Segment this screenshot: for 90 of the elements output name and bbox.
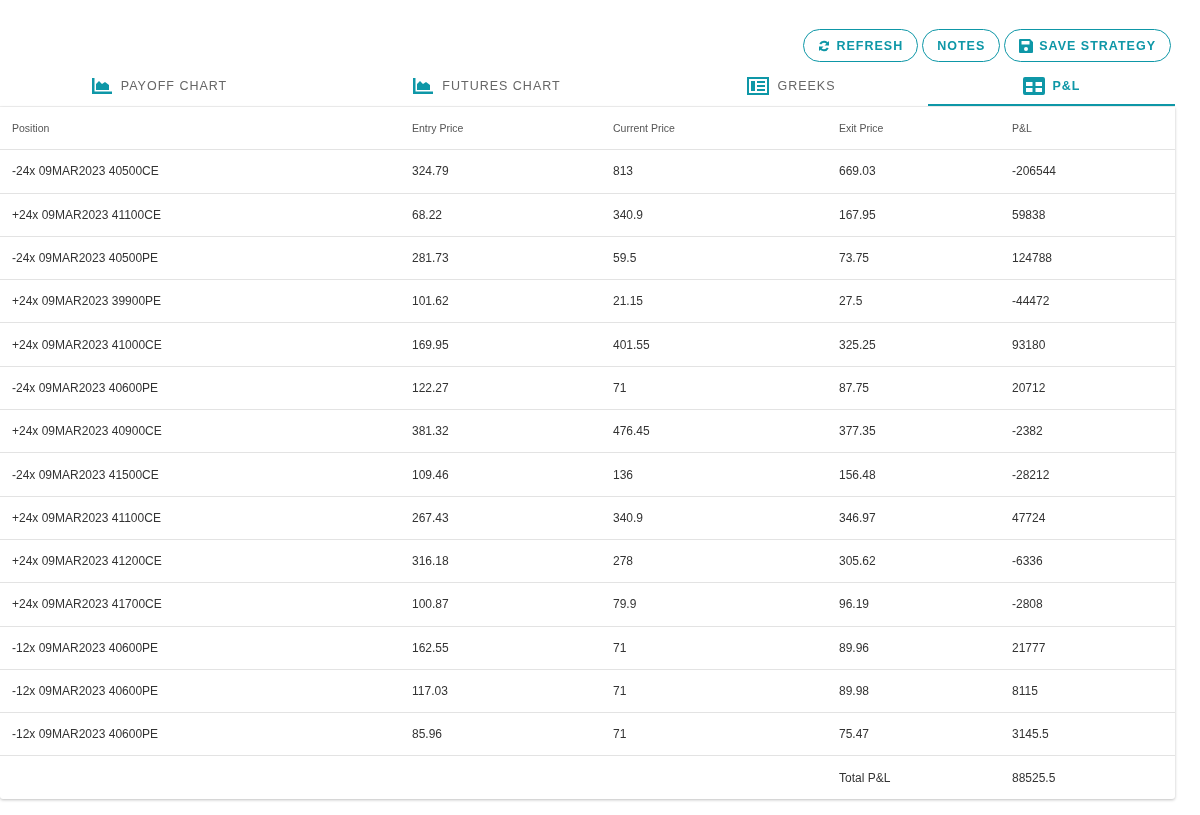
table-cell-text: 71 [612, 380, 628, 395]
tab[interactable]: FUTURES CHART [318, 68, 655, 106]
table-cell-text: 669.03 [838, 164, 877, 179]
table-cell-text: 109.46 [411, 467, 450, 482]
column-header: Entry Price [411, 122, 465, 135]
notes-button[interactable]: NOTES [922, 29, 1001, 62]
table-cell-text: 27.5 [838, 294, 864, 309]
table-cell-text: 324.79 [411, 164, 450, 179]
table-cell-text: 162.55 [411, 640, 450, 655]
save-icon [1019, 38, 1034, 53]
table-cell-text: 68.22 [411, 207, 444, 222]
table-cell-text: 377.35 [838, 424, 877, 439]
table-cell-text: +24x 09MAR2023 41100CE [11, 510, 162, 525]
table-cell-text: -28212 [1011, 467, 1051, 482]
list-icon [747, 77, 770, 95]
table-cell-text: 305.62 [838, 554, 877, 569]
table-cell-text: 96.19 [838, 597, 871, 612]
table-cell-text: -12x 09MAR2023 40600PE [11, 640, 160, 655]
table-cell-text: 85.96 [411, 727, 444, 742]
table-cell-text: 124788 [1011, 251, 1054, 266]
table-cell-text: 156.48 [838, 467, 877, 482]
table-cell-text: 101.62 [411, 294, 450, 309]
table-cell-text: 21.15 [612, 294, 645, 309]
table-cell-text: 8115 [1011, 684, 1039, 698]
table-cell-text: 401.55 [612, 337, 651, 352]
table-cell-text: 281.73 [411, 251, 450, 266]
table-cell-text: +24x 09MAR2023 41100CE [11, 207, 162, 222]
table-cell-text: 21777 [1011, 640, 1047, 655]
table-cell-text: 59.5 [612, 251, 638, 266]
table-cell-text: 71 [612, 727, 628, 742]
table-cell-text: +24x 09MAR2023 39900PE [11, 294, 163, 309]
area-chart-icon [412, 77, 435, 95]
table-cell-text: 59838 [1011, 207, 1047, 222]
table-cell-text: +24x 09MAR2023 41000CE [11, 337, 163, 352]
column-header: Current Price [612, 122, 676, 135]
table-cell-text: 47724 [1011, 510, 1047, 525]
table-cell-text: 278 [612, 554, 635, 569]
table-cell-text: +24x 09MAR2023 40900CE [11, 424, 163, 439]
table-cell-text: 87.75 [838, 380, 871, 395]
table-cell-text: 122.27 [411, 380, 450, 395]
table-cell-text: 73.75 [838, 251, 871, 266]
table-cell-text: -12x 09MAR2023 40600PE [11, 727, 160, 742]
table-cell-text: -2382 [1011, 424, 1044, 439]
table-cell-text: 136 [612, 467, 635, 482]
column-header: P&L [1011, 122, 1033, 135]
table-cell-text: -24x 09MAR2023 40600PE [11, 380, 160, 395]
table-cell-text: 71 [612, 684, 628, 698]
table-cell-text: 167.95 [838, 207, 877, 222]
table-cell-text: -2808 [1011, 597, 1044, 612]
table-cell-text: -24x 09MAR2023 41500CE [11, 467, 160, 482]
table-cell-text: 316.18 [411, 554, 450, 569]
total-label: Total P&L [838, 770, 892, 785]
table-cell-text: 3145.5 [1011, 727, 1050, 742]
table-cell-text: 100.87 [411, 597, 450, 612]
table-cell-text: 89.98 [838, 684, 871, 698]
table-cell-text: 340.9 [612, 510, 645, 525]
table-cell-text: 267.43 [411, 510, 450, 525]
table-cell-text: 93180 [1011, 337, 1047, 352]
tab[interactable]: GREEKS [655, 68, 928, 106]
table-cell-text: -44472 [1011, 294, 1051, 309]
table-cell-text: 89.96 [838, 640, 871, 655]
table-cell-text: 117.03 [411, 684, 449, 698]
table-cell-text: -24x 09MAR2023 40500CE [11, 164, 160, 179]
table-cell-text: 325.25 [838, 337, 877, 352]
column-header: Position [11, 122, 51, 135]
table-cell-text: 340.9 [612, 207, 645, 222]
refresh-button[interactable]: REFRESH [803, 29, 919, 62]
save-button[interactable]: SAVE STRATEGY [1004, 29, 1171, 62]
column-header: Exit Price [838, 122, 885, 135]
table-cell-text: +24x 09MAR2023 41700CE [11, 597, 163, 612]
table-cell-text: 813 [612, 164, 635, 179]
table-cell-text: 476.45 [612, 424, 651, 439]
table-cell-text: 71 [612, 640, 628, 655]
table-cell-text: 79.9 [612, 597, 638, 612]
table-cell-text: 346.97 [838, 510, 877, 525]
table-icon [1022, 77, 1045, 95]
refresh-icon [818, 39, 831, 52]
tab[interactable]: PAYOFF CHART [0, 68, 318, 106]
table-cell-text: -6336 [1011, 554, 1044, 569]
total-value: 88525.5 [1011, 770, 1057, 785]
table-cell-text: 381.32 [411, 424, 450, 439]
table-cell-text: 169.95 [411, 337, 450, 352]
table-cell-text: 75.47 [838, 727, 871, 742]
tab[interactable]: P&L [928, 68, 1175, 106]
table-cell-text: +24x 09MAR2023 41200CE [11, 554, 163, 569]
table-cell-text: 20712 [1011, 380, 1047, 395]
table-cell-text: -206544 [1011, 164, 1058, 179]
area-chart-icon [90, 77, 113, 95]
table-cell-text: -12x 09MAR2023 40600PE [11, 684, 160, 698]
table-cell-text: -24x 09MAR2023 40500PE [11, 251, 160, 266]
